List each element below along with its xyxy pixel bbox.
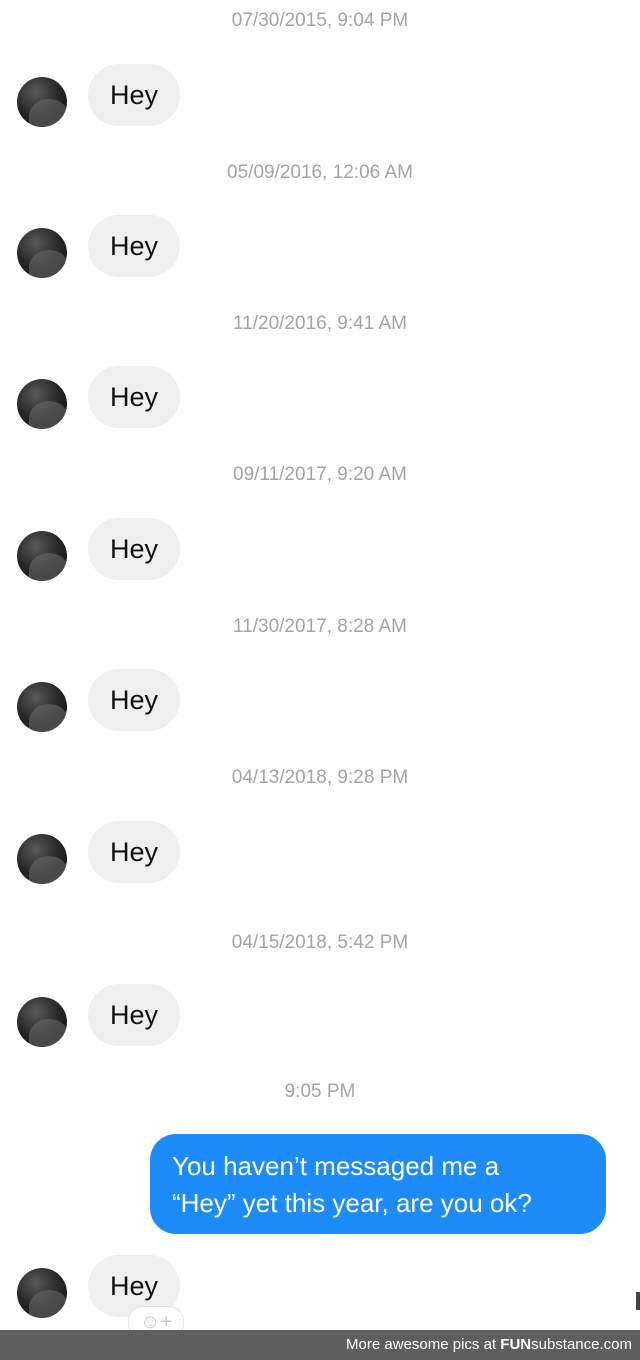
timestamp: 07/30/2015, 9:04 PM [231, 10, 409, 31]
timestamp: 11/20/2016, 9:41 AM [233, 313, 407, 334]
avatar[interactable] [17, 531, 67, 581]
incoming-message-bubble[interactable]: Hey [88, 984, 181, 1046]
timestamp: 09/11/2017, 9:20 AM [233, 464, 407, 485]
incoming-message-bubble[interactable]: Hey [88, 215, 181, 277]
timestamp: 04/15/2018, 5:42 PM [231, 932, 409, 953]
incoming-message-bubble[interactable]: Hey [88, 64, 181, 126]
avatar[interactable] [17, 228, 67, 278]
incoming-message-bubble[interactable]: Hey [88, 366, 181, 428]
timestamp: 04/13/2018, 9:28 PM [231, 767, 409, 788]
footer-brand-prefix: FUN [500, 1336, 532, 1353]
scroll-edge-marker [636, 1292, 640, 1310]
timestamp: 9:05 PM [284, 1081, 356, 1102]
avatar[interactable] [17, 379, 67, 429]
avatar[interactable] [17, 834, 67, 884]
avatar[interactable] [17, 77, 67, 127]
timestamp: 05/09/2016, 12:06 AM [227, 162, 413, 183]
footer-text: More awesome pics at [346, 1336, 501, 1353]
footer-brand-suffix: substance.com [531, 1336, 632, 1353]
outgoing-message-line: “Hey” yet this year, are you ok? [172, 1188, 532, 1218]
incoming-message-bubble[interactable]: Hey [88, 518, 181, 580]
outgoing-message-line: You haven’t messaged me a [172, 1151, 500, 1181]
avatar[interactable] [17, 1268, 67, 1318]
avatar[interactable] [17, 682, 67, 732]
incoming-message-bubble[interactable]: Hey [88, 669, 181, 731]
watermark-footer: More awesome pics at FUNsubstance.com [0, 1330, 640, 1360]
timestamp: 11/30/2017, 8:28 AM [233, 616, 407, 637]
incoming-message-bubble[interactable]: Hey [88, 821, 181, 883]
outgoing-message-bubble[interactable]: You haven’t messaged me a “Hey” yet this… [150, 1134, 606, 1234]
avatar[interactable] [17, 997, 67, 1047]
